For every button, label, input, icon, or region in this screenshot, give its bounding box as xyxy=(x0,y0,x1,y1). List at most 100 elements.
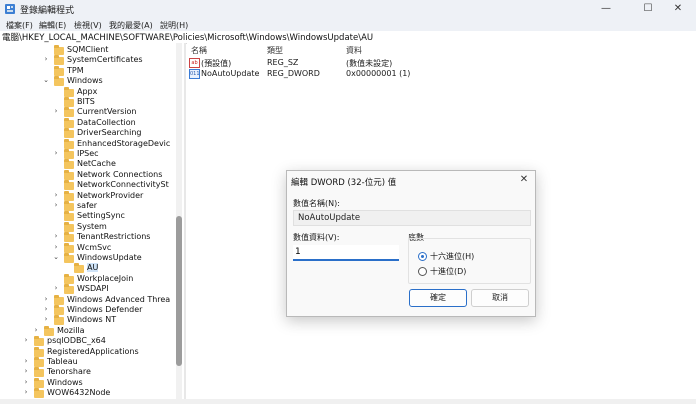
tree-item[interactable]: › psqlODBC_x64 xyxy=(0,336,176,347)
folder-icon xyxy=(64,232,74,243)
tree-item-label: Windows xyxy=(47,377,83,387)
tree-item[interactable]: AU xyxy=(0,263,176,274)
chevron-right-icon[interactable]: › xyxy=(22,367,30,375)
menu-edit[interactable]: 編輯(E) xyxy=(39,20,66,31)
folder-icon xyxy=(64,211,74,222)
radio-selected-icon[interactable] xyxy=(418,252,427,261)
radio-unselected-icon[interactable] xyxy=(418,267,427,276)
tree-item[interactable]: › IPSec xyxy=(0,149,176,159)
tree-item[interactable]: › safer xyxy=(0,201,176,211)
column-header-name[interactable]: 名稱 xyxy=(191,45,207,56)
tree-item[interactable]: Network Connections xyxy=(0,169,176,180)
tree-item[interactable]: NetworkConnectivitySt xyxy=(0,180,176,191)
value-data: 0x00000001 (1) xyxy=(346,69,411,78)
tree-item[interactable]: › TenantRestrictions xyxy=(0,232,176,243)
tree-item[interactable]: › SystemCertificates xyxy=(0,55,176,66)
menu-view[interactable]: 檢視(V) xyxy=(74,20,102,31)
cancel-button[interactable]: 取消 xyxy=(471,289,529,307)
folder-icon xyxy=(74,263,84,274)
tree-item-label: RegisteredApplications xyxy=(47,346,139,356)
column-header-type[interactable]: 類型 xyxy=(267,45,283,56)
tree-item[interactable]: BITS xyxy=(0,97,176,107)
tree-item[interactable]: › Tableau xyxy=(0,357,176,367)
pane-splitter[interactable] xyxy=(184,43,186,404)
radio-label: 十進位(D) xyxy=(430,267,467,276)
tree-item[interactable]: › WcmSvc xyxy=(0,242,176,253)
chevron-right-icon[interactable]: › xyxy=(52,107,60,115)
tree-item[interactable]: System xyxy=(0,221,176,232)
folder-icon xyxy=(64,190,74,201)
menu-help[interactable]: 說明(H) xyxy=(160,20,188,31)
minimize-button[interactable]: — xyxy=(588,0,624,18)
folder-icon xyxy=(54,305,64,315)
chevron-down-icon[interactable]: ⌄ xyxy=(42,76,50,84)
tree-scrollbar-thumb[interactable] xyxy=(176,216,182,366)
tree-item[interactable]: › CurrentVersion xyxy=(0,107,176,118)
ok-button[interactable]: 確定 xyxy=(409,289,467,307)
tree-item[interactable]: NetCache xyxy=(0,159,176,170)
chevron-right-icon[interactable]: › xyxy=(22,357,30,365)
tree-item[interactable]: › Mozilla xyxy=(0,325,176,336)
chevron-right-icon[interactable]: › xyxy=(42,305,50,313)
tree-item[interactable]: WorkplaceJoin xyxy=(0,273,176,284)
folder-icon xyxy=(64,169,74,180)
tree-item-label: Windows xyxy=(67,76,103,86)
window-title: 登錄編輯程式 xyxy=(20,6,75,16)
chevron-right-icon[interactable]: › xyxy=(22,388,30,396)
chevron-right-icon[interactable]: › xyxy=(42,295,50,303)
registry-tree[interactable]: SQMClient › SystemCertificates TPM ⌄ Windows A… xyxy=(0,43,184,399)
tree-item-label: Windows Defender xyxy=(67,305,143,314)
address-path[interactable]: 電腦\HKEY_LOCAL_MACHINE\SOFTWARE\Policies\… xyxy=(2,31,373,43)
tree-item-label: DriverSearching xyxy=(77,128,142,138)
tree-item[interactable]: SQMClient xyxy=(0,45,176,55)
folder-icon xyxy=(34,388,44,399)
chevron-right-icon[interactable]: › xyxy=(52,243,60,251)
folder-icon xyxy=(64,138,74,149)
tree-item[interactable]: › WSDAPI xyxy=(0,284,176,295)
tree-item[interactable]: › Windows Advanced Threa xyxy=(0,294,176,305)
tree-item[interactable]: DriverSearching xyxy=(0,128,176,139)
tree-item[interactable]: EnhancedStorageDevic xyxy=(0,138,176,149)
chevron-right-icon[interactable]: › xyxy=(22,378,30,386)
chevron-right-icon[interactable]: › xyxy=(52,232,60,240)
chevron-right-icon[interactable]: › xyxy=(52,201,60,209)
folder-icon xyxy=(64,201,74,211)
chevron-down-icon[interactable]: ⌄ xyxy=(52,253,60,261)
tree-item[interactable]: › NetworkProvider xyxy=(0,190,176,201)
tree-item[interactable]: TPM xyxy=(0,65,176,76)
tree-item[interactable]: ⌄ Windows xyxy=(0,76,176,87)
title-bar: 登錄編輯程式 — ☐ ✕ xyxy=(0,0,696,18)
chevron-right-icon[interactable]: › xyxy=(42,315,50,323)
tree-item-label: AU xyxy=(87,263,99,273)
tree-item[interactable]: SettingSync xyxy=(0,211,176,222)
folder-icon xyxy=(64,284,74,295)
chevron-right-icon[interactable]: › xyxy=(52,284,60,292)
value-row[interactable]: ab (預設值) REG_SZ (數值未設定) xyxy=(187,57,696,68)
chevron-right-icon[interactable]: › xyxy=(42,55,50,63)
tree-item[interactable]: › Windows NT xyxy=(0,315,176,326)
tree-item[interactable]: ⌄ WindowsUpdate xyxy=(0,253,176,263)
folder-icon xyxy=(64,128,74,139)
tree-item[interactable]: Appx xyxy=(0,86,176,97)
close-button[interactable]: ✕ xyxy=(660,0,696,18)
base-group: 十六進位(H) 十進位(D) xyxy=(408,238,531,284)
chevron-right-icon[interactable]: › xyxy=(52,149,60,157)
menu-favorites[interactable]: 我的最愛(A) xyxy=(109,20,153,31)
tree-item[interactable]: › WOW6432Node xyxy=(0,388,176,399)
dialog-close-button[interactable]: ✕ xyxy=(517,173,531,187)
chevron-right-icon[interactable]: › xyxy=(22,336,30,344)
tree-item[interactable]: › Tenorshare xyxy=(0,367,176,378)
folder-icon xyxy=(64,117,74,128)
value-row[interactable]: 011 NoAutoUpdate REG_DWORD 0x00000001 (1… xyxy=(187,68,696,79)
tree-item[interactable]: › Windows xyxy=(0,377,176,388)
chevron-right-icon[interactable]: › xyxy=(32,326,40,334)
tree-item[interactable]: RegisteredApplications xyxy=(0,346,176,357)
tree-item[interactable]: DataCollection xyxy=(0,117,176,128)
tree-item[interactable]: › Windows Defender xyxy=(0,305,176,315)
menu-file[interactable]: 檔案(F) xyxy=(6,20,33,31)
column-header-data[interactable]: 資料 xyxy=(346,45,362,56)
chevron-right-icon[interactable]: › xyxy=(52,191,60,199)
tree-item-label: CurrentVersion xyxy=(77,107,137,117)
value-data-input[interactable] xyxy=(293,245,399,261)
tree-item-label: IPSec xyxy=(77,149,99,158)
